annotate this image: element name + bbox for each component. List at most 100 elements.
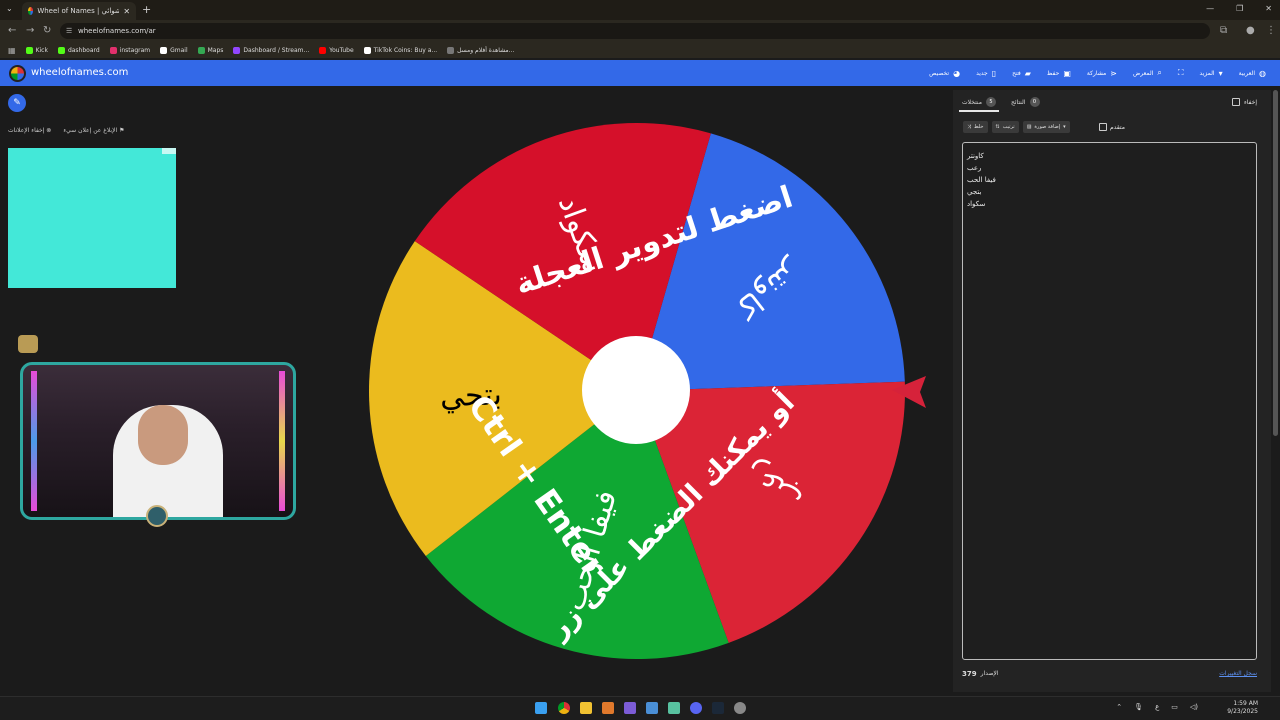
search-icon: ⌕ — [1157, 68, 1162, 77]
bookmark-kick[interactable]: Kick — [25, 46, 48, 54]
input-language[interactable]: ع — [1155, 703, 1159, 711]
ad-links: ⚑ الإبلاغ عن إعلان سيء ⊗ إخفاء الإعلانات — [8, 127, 124, 134]
gmail-icon — [160, 46, 168, 54]
spin-wheel[interactable]: كاونتررعبفيفا الحببتجيسكواد اضغط لتدوير … — [368, 122, 906, 660]
remove-ads-link[interactable]: ⊗ إخفاء الإعلانات — [8, 127, 51, 134]
entry-line: كاونتر — [967, 152, 984, 160]
hide-checkbox[interactable] — [1231, 98, 1240, 106]
menu-open[interactable]: ▰ فتح — [1012, 68, 1031, 78]
show-hidden-icons[interactable]: ⌃ — [1116, 703, 1122, 711]
tab-search-icon[interactable]: ⌄ — [6, 4, 13, 13]
clock-date: 9/23/2025 — [1227, 708, 1258, 715]
wheel-pointer-icon — [892, 376, 926, 408]
file-explorer-icon[interactable] — [580, 702, 592, 714]
bookmark-label: YouTube — [329, 46, 354, 54]
changelog-link[interactable]: سجل التغييرات — [1219, 670, 1257, 677]
back-icon[interactable]: ← — [8, 25, 16, 36]
menu-label: جديد — [976, 69, 988, 77]
menu-customize[interactable]: ◕ تخصيص — [929, 68, 960, 78]
capcut-icon[interactable] — [668, 702, 680, 714]
close-tab-icon[interactable]: ✕ — [123, 7, 130, 16]
results-count-badge: 0 — [1029, 97, 1040, 107]
url-input[interactable]: ☰ wheelofnames.com/ar — [60, 23, 1210, 39]
app-doc-icon[interactable] — [646, 702, 658, 714]
browser-tab[interactable]: Wheel of Names | عجلة الاسم العشوائي ✕ — [22, 2, 136, 20]
menu-share[interactable]: ⋖ مشاركة — [1087, 68, 1117, 78]
tab-results[interactable]: النتائج 0 — [1011, 97, 1040, 107]
url-text: wheelofnames.com/ar — [78, 27, 156, 35]
microphone-icon[interactable]: 🎙 — [1134, 703, 1143, 711]
edit-pencil-button[interactable]: ✎ — [8, 94, 26, 112]
bookmark-tiktok[interactable]: TikTok Coins: Buy a... — [363, 46, 437, 54]
menu-more[interactable]: ▾ المزيد — [1200, 68, 1223, 78]
app-a-icon[interactable] — [602, 702, 614, 714]
sort-button[interactable]: ⇅ ترتيب — [991, 121, 1019, 133]
minimize-icon[interactable]: — — [1206, 4, 1214, 13]
app-wave-icon[interactable] — [624, 702, 636, 714]
hide-panel-toggle[interactable]: إخفاء — [1231, 98, 1257, 106]
close-circle-icon: ⊗ — [44, 127, 52, 134]
bookmark-label: Kick — [35, 46, 48, 54]
page-scrollbar[interactable] — [1273, 90, 1278, 436]
site-name[interactable]: wheelofnames.com — [31, 67, 128, 78]
palette-icon: ◕ — [953, 68, 961, 78]
entry-line: سكواد — [967, 200, 986, 208]
reload-icon[interactable]: ↻ — [43, 25, 51, 36]
chrome-icon[interactable] — [558, 702, 570, 714]
menu-new[interactable]: ▯ جديد — [976, 68, 996, 78]
bookmark-youtube[interactable]: YouTube — [319, 46, 354, 54]
start-menu-icon[interactable] — [535, 702, 547, 714]
site-logo-icon[interactable] — [9, 65, 26, 82]
advanced-checkbox[interactable] — [1099, 123, 1107, 131]
add-image-label: إضافة صورة — [1034, 124, 1061, 130]
stream-badge-icon — [18, 335, 38, 353]
report-ad-link[interactable]: ⚑ الإبلاغ عن إعلان سيء — [63, 127, 124, 134]
movie-site-icon — [447, 46, 455, 54]
menu-save[interactable]: ▣ حفظ — [1047, 68, 1071, 78]
entries-textarea[interactable]: كاونتر رعب فيفا الحب بتجي سكواد — [962, 142, 1257, 660]
site-info-icon[interactable]: ☰ — [66, 23, 72, 39]
menu-language[interactable]: ◍ العربية — [1239, 68, 1266, 78]
tab-results-label: النتائج — [1011, 98, 1026, 106]
tiktok-icon — [363, 46, 371, 54]
bookmarks-bar: ▦ Kick dashboard instagram Gmail Maps Da… — [0, 42, 1280, 58]
bookmark-gmail[interactable]: Gmail — [160, 46, 188, 54]
network-icon[interactable]: ▭ — [1171, 703, 1178, 711]
extensions-icon[interactable]: ⧉ — [1220, 25, 1227, 36]
menu-label: فتح — [1012, 69, 1021, 77]
ad-choices-icon[interactable] — [162, 148, 176, 154]
header-menu: ◍ العربية ▾ المزيد ⛶ ⌕ المعرض ⋖ مشاركة ▣ حفظ … — [929, 68, 1266, 78]
tab-title: Wheel of Names | عجلة الاسم العشوائي — [37, 7, 120, 15]
bookmark-movies[interactable]: مشاهدة أفلام ومسل... — [447, 46, 514, 54]
menu-gallery[interactable]: ⌕ المعرض — [1133, 68, 1162, 78]
steam-icon[interactable] — [712, 702, 724, 714]
version-label: الإصدار — [980, 670, 999, 677]
menu-fullscreen[interactable]: ⛶ — [1178, 68, 1184, 78]
browser-menu-icon[interactable]: ⋮ — [1266, 25, 1276, 36]
bookmark-instagram[interactable]: instagram — [109, 46, 150, 54]
forward-icon[interactable]: → — [26, 25, 34, 36]
advertisement-box[interactable] — [8, 148, 176, 288]
bookmark-maps[interactable]: Maps — [197, 46, 224, 54]
folder-icon: ▰ — [1024, 68, 1031, 78]
tab-entries[interactable]: منتخلات 5 — [962, 97, 996, 107]
bookmark-dashboard[interactable]: dashboard — [57, 46, 100, 54]
settings-gear-icon[interactable] — [734, 702, 746, 714]
wheel-center-button[interactable] — [582, 336, 690, 444]
shuffle-button[interactable]: ⤨ خلط — [963, 121, 988, 133]
volume-icon[interactable]: ◁) — [1190, 703, 1198, 711]
bookmark-stream-dashboard[interactable]: Dashboard / Stream... — [233, 46, 309, 54]
maps-icon — [197, 46, 205, 54]
discord-icon[interactable] — [690, 702, 702, 714]
apps-grid-icon[interactable]: ▦ — [8, 46, 16, 55]
window-close-icon[interactable]: ✕ — [1265, 4, 1272, 13]
advanced-toggle[interactable]: متقدم — [1099, 123, 1125, 131]
new-tab-icon[interactable]: + — [142, 3, 151, 16]
entry-line: فيفا الحب — [967, 176, 996, 184]
restore-icon[interactable]: ❐ — [1236, 4, 1243, 13]
add-image-button[interactable]: ▨ إضافة صورة ▾ — [1022, 121, 1070, 133]
clock[interactable]: 1:59 AM 9/23/2025 — [1227, 700, 1258, 716]
bookmark-label: Maps — [207, 46, 224, 54]
profile-avatar[interactable]: ● — [1246, 25, 1255, 36]
version-number: 379 — [962, 670, 977, 678]
